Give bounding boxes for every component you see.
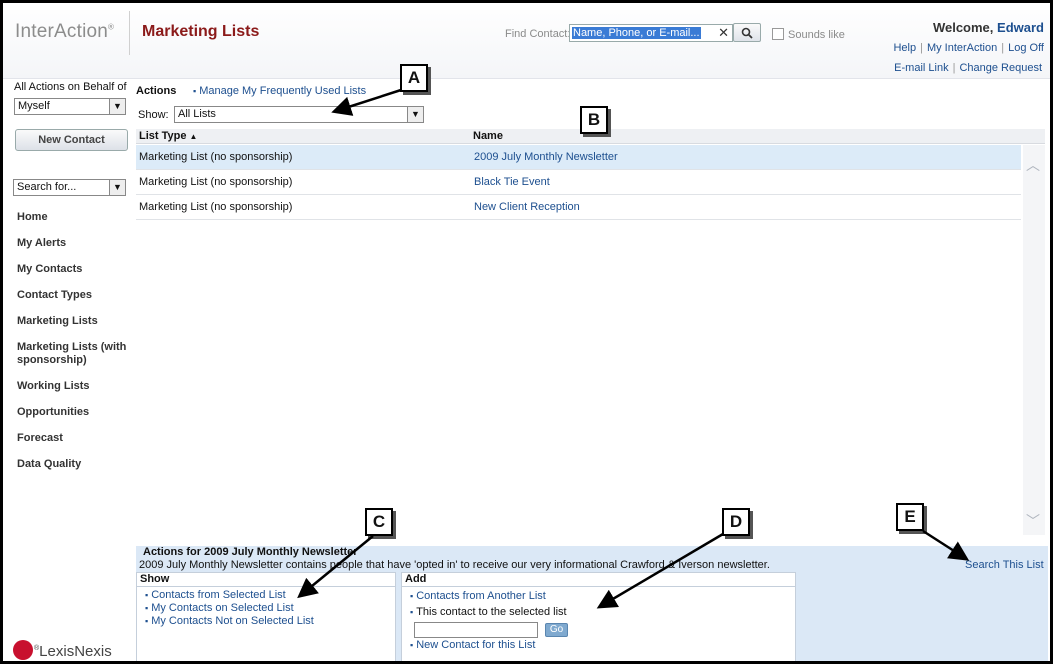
contacts-from-selected-list-link[interactable]: ▪ Contacts from Selected List [145,589,286,601]
show-actions-box: Show ▪ Contacts from Selected List ▪ My Co… [136,572,396,661]
sidebar-item-working-lists[interactable]: Working Lists [17,380,127,393]
change-request-link[interactable]: Change Request [959,62,1042,74]
main-content: Actions ▪ Manage My Frequently Used Lists… [133,79,1048,661]
add-contact-to-list-label: ▪ This contact to the selected list [410,606,567,618]
callout-e: E [896,503,924,531]
search-button[interactable] [733,23,761,42]
app-window: InterAction® Marketing Lists Find Contac… [0,0,1053,664]
show-lists-select[interactable]: All Lists ▼ [174,106,424,123]
chevron-down-icon: ▼ [109,99,125,114]
callout-a: A [400,64,428,92]
sidebar: All Actions on Behalf of Myself ▼ New Con… [3,79,131,661]
behalf-select[interactable]: Myself ▼ [14,98,126,115]
add-actions-heading: Add [405,573,427,585]
scroll-up-icon[interactable]: ︿ [1026,155,1040,175]
callout-c: C [365,508,393,536]
sidebar-item-home[interactable]: Home [17,211,127,224]
sidebar-item-marketing-lists[interactable]: Marketing Lists [17,315,127,328]
search-for-select[interactable]: Search for... ▼ [13,179,126,196]
show-label: Show: [138,109,169,121]
table-scrollbar[interactable]: ︿ ﹀ [1023,145,1045,535]
log-off-link[interactable]: Log Off [1008,42,1044,54]
list-type-cell: Marketing List (no sponsorship) [139,201,293,213]
go-button[interactable]: Go [545,623,568,637]
my-contacts-on-selected-list-link[interactable]: ▪ My Contacts on Selected List [145,602,294,614]
checkbox-box[interactable] [772,28,784,40]
top-links: Help | My InterAction | Log Off [893,42,1044,54]
sidebar-nav: Home My Alerts My Contacts Contact Types… [17,211,127,484]
column-header-name[interactable]: Name [473,130,503,142]
list-actions-panel: Actions for 2009 July Monthly Newsletter… [136,546,1048,661]
sidebar-item-forecast[interactable]: Forecast [17,432,127,445]
column-header-list-type[interactable]: List Type ▲ [139,130,197,142]
add-actions-box: Add ▪ Contacts from Another List ▪ This co… [401,572,796,661]
find-contact-placeholder: Name, Phone, or E-mail... [572,27,701,39]
sort-ascending-icon: ▲ [189,132,198,141]
interaction-logo[interactable]: InterAction® [15,21,114,43]
list-type-cell: Marketing List (no sponsorship) [139,176,293,188]
secondary-links: E-mail Link | Change Request [894,62,1042,74]
list-name-link[interactable]: Black Tie Event [474,176,550,188]
table-row[interactable]: Marketing List (no sponsorship) Black Ti… [136,170,1021,195]
lexisnexis-mark-icon [13,640,33,660]
find-contact-label: Find Contact: [505,28,571,40]
my-interaction-link[interactable]: My InterAction [927,42,997,54]
new-contact-for-list-link[interactable]: ▪ New Contact for this List [410,639,535,651]
user-name: Edward [997,20,1044,35]
search-icon [741,27,753,39]
search-this-list-link[interactable]: Search This List [965,559,1044,571]
new-contact-button[interactable]: New Contact [15,129,128,151]
actions-label: Actions [136,85,177,97]
sidebar-item-marketing-lists-sponsorship[interactable]: Marketing Lists (with sponsorship) [17,341,127,367]
my-contacts-not-on-selected-list-link[interactable]: ▪ My Contacts Not on Selected List [145,615,314,627]
contacts-from-another-list-link[interactable]: ▪ Contacts from Another List [410,590,546,602]
callout-b: B [580,106,608,134]
help-link[interactable]: Help [893,42,916,54]
sidebar-item-my-contacts[interactable]: My Contacts [17,263,127,276]
table-row[interactable]: Marketing List (no sponsorship) New Clie… [136,195,1021,220]
add-contact-input[interactable] [414,622,538,638]
sidebar-item-opportunities[interactable]: Opportunities [17,406,127,419]
list-name-link[interactable]: New Client Reception [474,201,580,213]
chevron-down-icon: ▼ [109,180,125,195]
find-contact-input[interactable]: Name, Phone, or E-mail... ✕ [569,24,733,42]
list-description: 2009 July Monthly Newsletter contains pe… [139,559,770,571]
sounds-like-checkbox[interactable]: Sounds like [772,28,845,41]
logo-divider [129,11,130,55]
email-link[interactable]: E-mail Link [894,62,948,74]
lexisnexis-logo: ®LexisNexis [13,640,112,660]
welcome-message: Welcome, Edward [932,20,1044,35]
sidebar-item-contact-types[interactable]: Contact Types [17,289,127,302]
clear-icon[interactable]: ✕ [718,25,729,41]
behalf-label: All Actions on Behalf of [14,81,127,93]
show-actions-heading: Show [140,573,170,585]
page-title: Marketing Lists [142,23,260,40]
actions-panel-title: Actions for 2009 July Monthly Newsletter [143,546,358,558]
callout-d: D [722,508,750,536]
list-type-cell: Marketing List (no sponsorship) [139,151,293,163]
manage-frequent-lists-link[interactable]: ▪ Manage My Frequently Used Lists [193,85,366,97]
sidebar-item-data-quality[interactable]: Data Quality [17,458,127,471]
scroll-down-icon[interactable]: ﹀ [1026,511,1040,531]
list-name-link[interactable]: 2009 July Monthly Newsletter [474,151,618,163]
sounds-like-label: Sounds like [788,29,845,41]
table-row[interactable]: Marketing List (no sponsorship) 2009 Jul… [136,145,1021,170]
chevron-down-icon: ▼ [407,107,423,122]
header: InterAction® Marketing Lists Find Contac… [3,3,1050,79]
sidebar-item-my-alerts[interactable]: My Alerts [17,237,127,250]
